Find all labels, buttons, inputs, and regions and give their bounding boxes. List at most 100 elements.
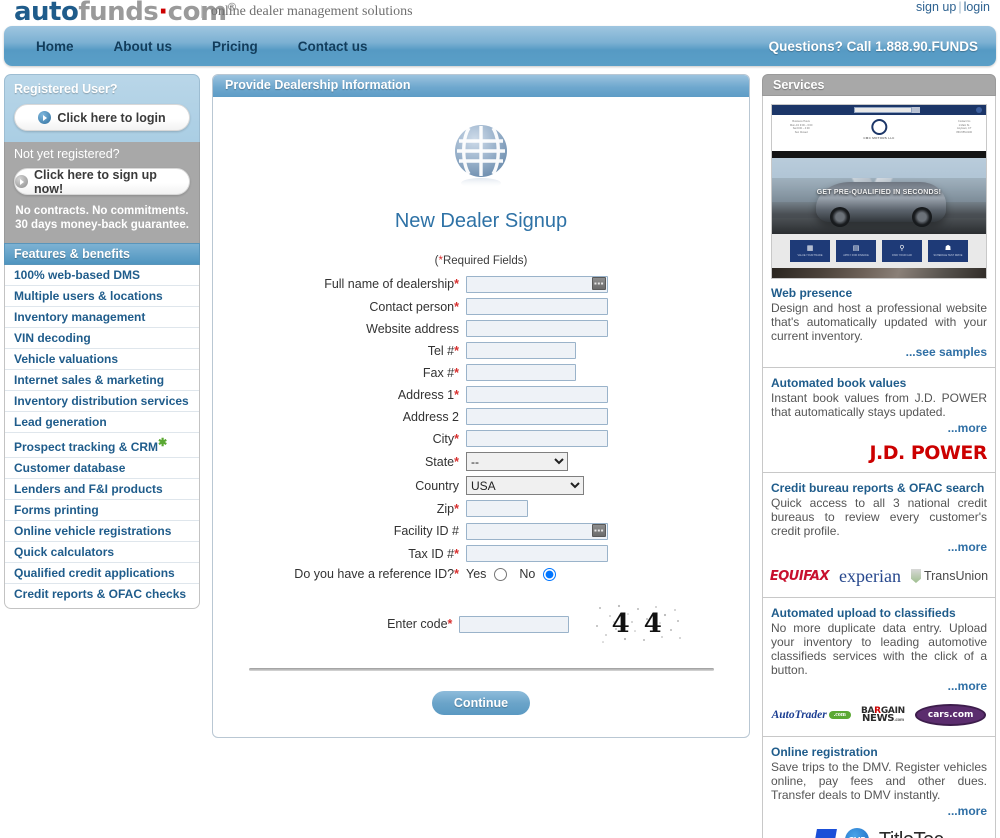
service-card-book-values: Automated book values Instant book value… xyxy=(762,368,996,473)
login-link[interactable]: login xyxy=(964,0,990,14)
label-text: City xyxy=(432,431,455,446)
jd-power-logo: J.D. POWER xyxy=(869,442,987,464)
feature-item-forms-printing[interactable]: Forms printing xyxy=(5,500,199,521)
tax-id-input[interactable] xyxy=(466,545,608,562)
fax-input[interactable] xyxy=(466,364,576,381)
thumb-contact-block: Contact Us 1 Main St. Anytown, CT 860-555-0… xyxy=(956,120,972,134)
contact-person-input[interactable] xyxy=(466,298,608,315)
label-text: Address 1 xyxy=(397,387,455,402)
thumb-hours-block: Business Hours Mon–Fri 9:00 – 6:00 Sat 9:0… xyxy=(790,120,813,134)
continue-button[interactable]: Continue xyxy=(431,691,531,715)
site-tagline: | online dealer management solutions xyxy=(200,4,413,20)
feature-item-internet-sales[interactable]: Internet sales & marketing xyxy=(5,370,199,391)
address-1-input[interactable] xyxy=(466,386,608,403)
signup-button[interactable]: Click here to sign up now! xyxy=(14,167,190,196)
service-title-book-values: Automated book values xyxy=(771,376,907,390)
more-link-credit-bureau[interactable]: ...more xyxy=(771,540,987,554)
service-card-web-presence: Business Hours Mon–Fri 9:00 – 6:00 Sat 9:0… xyxy=(762,96,996,368)
required-asterisk: * xyxy=(454,365,459,380)
feature-item-online-registrations[interactable]: Online vehicle registrations xyxy=(5,521,199,542)
asterisk-icon: ✱ xyxy=(158,437,168,449)
nav-item-pricing[interactable]: Pricing xyxy=(192,39,278,54)
nav-item-contact-us[interactable]: Contact us xyxy=(278,39,388,54)
label-text: Full name of dealership xyxy=(324,277,455,291)
feature-item-credit-applications[interactable]: Qualified credit applications xyxy=(5,563,199,584)
panel-title: Provide Dealership Information xyxy=(213,75,749,97)
left-sidebar: Registered User? Click here to login Not… xyxy=(4,74,200,609)
required-asterisk: * xyxy=(454,299,459,314)
sign-up-link[interactable]: sign up xyxy=(916,0,956,14)
required-note-text: Required Fields) xyxy=(442,255,528,267)
feature-item-customer-database[interactable]: Customer database xyxy=(5,458,199,479)
registered-user-box: Registered User? Click here to login xyxy=(4,74,200,142)
more-link-online-registration[interactable]: ...more xyxy=(771,804,987,818)
label-text: Tel # xyxy=(427,343,455,358)
thumb-car-image xyxy=(816,182,946,227)
see-samples-link[interactable]: ...see samples xyxy=(771,345,987,359)
label-address-2: Address 2 xyxy=(402,409,459,424)
country-select[interactable]: USA xyxy=(466,476,584,495)
city-input[interactable] xyxy=(466,430,608,447)
globe-icon xyxy=(455,125,507,188)
website-address-input[interactable] xyxy=(466,320,608,337)
enter-code-input[interactable] xyxy=(459,615,570,633)
feature-item-web-based-dms[interactable]: 100% web-based DMS xyxy=(5,265,199,286)
field-row-website: Website address xyxy=(281,320,681,337)
globe-icon-wrapper xyxy=(213,121,749,198)
feature-item-inventory-management[interactable]: Inventory management xyxy=(5,307,199,328)
label-tax-id: Tax ID #* xyxy=(281,547,466,561)
registration-logos: dlr CVR TitleTec xyxy=(771,827,987,838)
dealership-name-input[interactable] xyxy=(466,275,608,293)
feature-item-vehicle-valuations[interactable]: Vehicle valuations xyxy=(5,349,199,370)
more-link-book-values[interactable]: ...more xyxy=(771,421,987,435)
captcha-text: 44 xyxy=(611,609,676,639)
reference-id-yes-radio[interactable] xyxy=(494,567,508,581)
reference-id-yes-label: Yes xyxy=(466,567,487,581)
person-icon: ☗ xyxy=(944,245,952,253)
feature-item-inventory-distribution[interactable]: Inventory distribution services xyxy=(5,391,199,412)
label-text: Tax ID # xyxy=(408,546,455,561)
reference-id-no-radio[interactable] xyxy=(543,567,557,581)
website-thumbnail[interactable]: Business Hours Mon–Fri 9:00 – 6:00 Sat 9:0… xyxy=(771,104,987,279)
required-fields-note: (*Required Fields) xyxy=(213,255,749,267)
feature-item-multiple-users[interactable]: Multiple users & locations xyxy=(5,286,199,307)
service-card-classifieds: Automated upload to classifieds No more … xyxy=(762,598,996,737)
feature-label: Internet sales & marketing xyxy=(14,373,165,387)
feature-item-lenders-fi-products[interactable]: Lenders and F&I products xyxy=(5,479,199,500)
feature-item-lead-generation[interactable]: Lead generation xyxy=(5,412,199,433)
feature-item-credit-reports-ofac[interactable]: Credit reports & OFAC checks xyxy=(5,584,199,604)
feature-item-quick-calculators[interactable]: Quick calculators xyxy=(5,542,199,563)
feature-item-prospect-tracking-crm[interactable]: Prospect tracking & CRM✱ xyxy=(5,433,199,458)
service-desc-book-values: Instant book values from J.D. POWER that… xyxy=(771,391,987,419)
feature-label: Credit reports & OFAC checks xyxy=(14,587,187,601)
nav-item-home[interactable]: Home xyxy=(16,39,94,54)
nav-items: Home About us Pricing Contact us xyxy=(16,26,388,66)
auth-separator: | xyxy=(958,0,962,14)
zip-input[interactable] xyxy=(466,500,528,517)
service-desc-web-presence: Design and host a professional website t… xyxy=(771,301,987,343)
thumb-dealer-name: CMC MOTORS LLC xyxy=(863,136,895,140)
nav-item-about-us[interactable]: About us xyxy=(94,39,193,54)
feature-label: VIN decoding xyxy=(14,331,91,345)
feature-item-vin-decoding[interactable]: VIN decoding xyxy=(5,328,199,349)
facility-id-input[interactable] xyxy=(466,522,608,540)
field-row-dealership-name: Full name of dealership* ▪▪▪ xyxy=(281,275,681,293)
label-zip: Zip* xyxy=(281,502,466,516)
tel-input[interactable] xyxy=(466,342,576,359)
label-text: State xyxy=(424,454,455,469)
tile-label: FIND YOUR CAR xyxy=(892,253,912,257)
address-2-input[interactable] xyxy=(466,408,608,425)
thumb-dealer-logo: CMC MOTORS LLC xyxy=(863,119,894,140)
search-icon: ⚲ xyxy=(899,245,905,253)
login-button[interactable]: Click here to login xyxy=(14,104,190,131)
feature-label: Inventory distribution services xyxy=(14,394,189,408)
state-select[interactable]: -- xyxy=(466,452,568,471)
thumb-menu-strip xyxy=(772,151,986,158)
signup-button-label: Click here to sign up now! xyxy=(34,167,157,196)
field-row-reference-id: Do you have a reference ID?* Yes No xyxy=(281,567,681,581)
more-link-classifieds[interactable]: ...more xyxy=(771,679,987,693)
field-row-tax-id: Tax ID #* xyxy=(281,545,681,562)
required-asterisk: * xyxy=(454,277,459,291)
dealership-name-picker-icon[interactable]: ▪▪▪ xyxy=(592,277,606,290)
facility-id-picker-icon[interactable]: ▪▪▪ xyxy=(592,524,606,537)
